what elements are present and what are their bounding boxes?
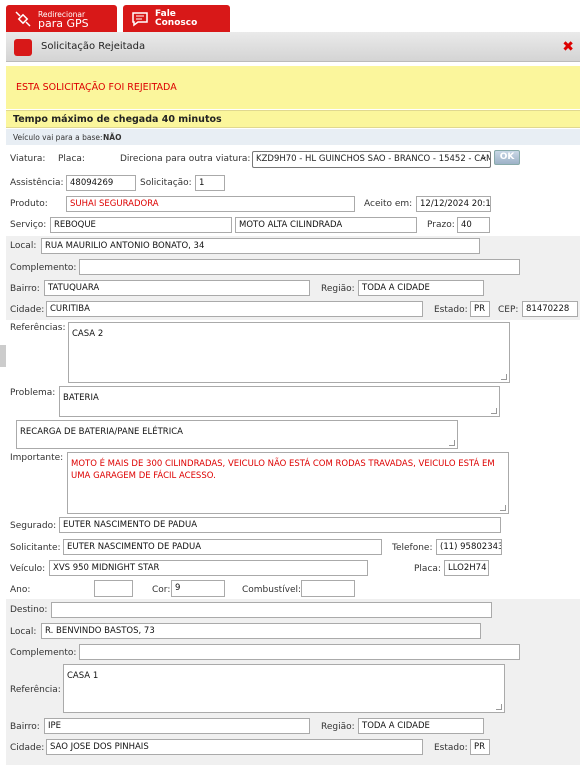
viatura-select-value: KZD9H70 - HL GUINCHOS SAO - BRANCO - 154… [256, 154, 491, 164]
chat-bubble-icon [129, 9, 151, 29]
local-field[interactable]: RUA MAURILIO ANTONIO BONATO, 34 [41, 238, 480, 254]
segurado-field[interactable]: EUTER NASCIMENTO DE PADUA [59, 517, 501, 533]
cep-label: CEP: [498, 305, 519, 315]
dialog-titlebar: Solicitação Rejeitada ✖ [6, 32, 580, 62]
importante-textarea[interactable]: MOTO É MAIS DE 300 CILINDRADAS, VEICULO … [67, 452, 509, 514]
veiculo-label: Veículo: [10, 564, 46, 574]
problema-textarea[interactable]: BATERIA [59, 386, 500, 417]
produto-label: Produto: [10, 199, 48, 209]
servico-label: Serviço: [10, 220, 47, 230]
estado2-field[interactable]: PR [470, 739, 490, 755]
destino-label: Destino: [10, 605, 48, 615]
tab-fale-line2: Conosco [155, 17, 198, 28]
prazo-label: Prazo: [427, 220, 455, 230]
referencia-label: Referência: [10, 685, 61, 695]
problema-label: Problema: [10, 388, 56, 398]
servico-field[interactable]: REBOQUE [50, 217, 232, 233]
aceito-label: Aceito em: [364, 199, 413, 209]
left-scroll-handle[interactable] [0, 345, 6, 367]
tab-redirect-gps[interactable]: Redirecionar para GPS [6, 5, 117, 32]
cep-field[interactable]: 81470228 [522, 301, 578, 317]
chevron-down-icon: ⌄ [480, 152, 488, 162]
prazo-field[interactable]: 40 [457, 217, 490, 233]
gps-logo-icon [14, 39, 32, 56]
complemento2-field[interactable] [79, 644, 520, 660]
regiao-label: Região: [321, 284, 355, 294]
regiao2-field[interactable]: TODA A CIDADE [358, 718, 484, 734]
referencia-text: CASA 1 [67, 671, 99, 681]
complemento-field[interactable] [79, 259, 520, 275]
bairro-field[interactable]: TATUQUARA [44, 280, 310, 296]
solicitacao-label: Solicitação: [140, 178, 192, 188]
importante-text: MOTO É MAIS DE 300 CILINDRADAS, VEICULO … [71, 459, 495, 481]
satellite-icon [12, 9, 34, 29]
dialog-title: Solicitação Rejeitada [41, 41, 146, 52]
cor-field[interactable]: 9 [171, 580, 225, 597]
tab-fale-conosco[interactable]: Fale Conosco [123, 5, 230, 32]
referencias-textarea[interactable]: CASA 2 [68, 322, 510, 383]
importante-label: Importante: [10, 453, 64, 463]
base-label: Veículo vai para a base: [13, 133, 103, 142]
estado2-label: Estado: [434, 743, 468, 753]
cidade-field[interactable]: CURITIBA [46, 301, 423, 317]
rejection-alert: ESTA SOLICITAÇÃO FOI REJEITADA [6, 66, 580, 109]
ok-button[interactable]: OK [494, 150, 520, 165]
bairro2-field[interactable]: IPE [44, 718, 310, 734]
referencias-text: CASA 2 [72, 329, 104, 339]
problema-text: BATERIA [63, 393, 99, 403]
cor-label: Cor: [152, 585, 171, 595]
assistencia-field[interactable]: 48094269 [66, 175, 136, 191]
close-icon[interactable]: ✖ [562, 39, 574, 55]
ano-field[interactable] [94, 580, 133, 597]
estado-label: Estado: [434, 305, 468, 315]
placa-label: Placa: [58, 154, 85, 164]
solicitacao-field[interactable]: 1 [195, 175, 225, 191]
complemento-label: Complemento: [10, 263, 77, 273]
regiao-field[interactable]: TODA A CIDADE [358, 280, 484, 296]
bairro-label: Bairro: [10, 284, 40, 294]
telefone-field[interactable]: (11) 958023435 [436, 539, 502, 555]
bairro2-label: Bairro: [10, 722, 40, 732]
solicitante-field[interactable]: EUTER NASCIMENTO DE PADUA [63, 539, 382, 555]
placa-field[interactable]: LLO2H74 [444, 560, 489, 576]
combustivel-field[interactable] [301, 580, 355, 597]
problema-detail-textarea[interactable]: RECARGA DE BATERIA/PANE ELÉTRICA [16, 420, 458, 449]
local2-label: Local: [10, 627, 37, 637]
complemento2-label: Complemento: [10, 648, 77, 658]
solicitante-label: Solicitante: [10, 543, 61, 553]
cidade2-field[interactable]: SAO JOSE DOS PINHAIS [46, 739, 423, 755]
regiao2-label: Região: [321, 722, 355, 732]
placa-label-2: Placa: [414, 564, 441, 574]
viatura-select[interactable]: KZD9H70 - HL GUINCHOS SAO - BRANCO - 154… [252, 151, 491, 168]
cidade-label: Cidade: [10, 305, 45, 315]
referencia-textarea[interactable]: CASA 1 [63, 664, 505, 713]
ano-label: Ano: [10, 585, 31, 595]
base-value: NÃO [103, 133, 122, 142]
produto-field[interactable]: SUHAI SEGURADORA [66, 196, 355, 212]
segurado-label: Segurado: [10, 521, 57, 531]
direciona-label: Direciona para outra viatura: [120, 154, 251, 164]
base-info-bar: Veículo vai para a base: NÃO [6, 129, 580, 145]
cidade2-label: Cidade: [10, 743, 45, 753]
aceito-field[interactable]: 12/12/2024 20:17 [416, 196, 491, 212]
local2-field[interactable]: R. BENVINDO BASTOS, 73 [41, 623, 481, 639]
combustivel-label: Combustível: [242, 585, 302, 595]
assistencia-label: Assistência: [10, 178, 64, 188]
arrival-time-banner: Tempo máximo de chegada 40 minutos [6, 110, 580, 128]
estado-field[interactable]: PR [470, 301, 490, 317]
referencias-label: Referências: [10, 323, 66, 333]
arrival-time-text: Tempo máximo de chegada 40 minutos [13, 114, 222, 125]
telefone-label: Telefone: [392, 543, 433, 553]
rejection-alert-text: ESTA SOLICITAÇÃO FOI REJEITADA [16, 82, 177, 93]
veiculo-field[interactable]: XVS 950 MIDNIGHT STAR [49, 560, 368, 576]
destino-field[interactable] [51, 602, 492, 618]
local-label: Local: [10, 241, 37, 251]
servico-category-field[interactable]: MOTO ALTA CILINDRADA [235, 217, 417, 233]
tab-redirect-line2: para GPS [38, 16, 89, 30]
viatura-label: Viatura: [10, 154, 46, 164]
problema-detail-text: RECARGA DE BATERIA/PANE ELÉTRICA [20, 427, 183, 437]
